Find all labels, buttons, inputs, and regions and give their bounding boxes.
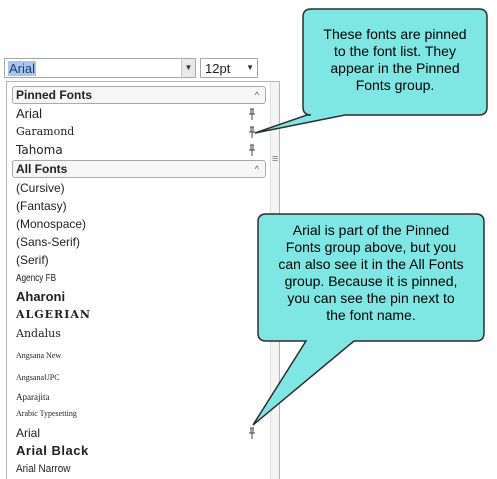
font-item-label: Aparajita xyxy=(16,392,50,402)
font-list-item[interactable]: (Monospace) xyxy=(16,215,254,233)
callout-line: the font name. xyxy=(326,307,416,323)
pinned-font-item[interactable]: Garamond xyxy=(16,123,254,141)
font-item-label: Arial xyxy=(16,106,43,121)
callout-line: you can see the pin next to xyxy=(287,290,455,306)
font-list-item[interactable]: Arabic Typesetting xyxy=(16,405,254,423)
font-item-label: (Cursive) xyxy=(16,181,65,195)
pin-icon[interactable] xyxy=(246,424,258,442)
font-list-item[interactable]: Agency FB xyxy=(16,270,211,288)
font-size-value[interactable]: 12pt xyxy=(205,61,230,76)
font-list-item[interactable]: Aparajita xyxy=(16,388,254,406)
callout-line: group. Because it is pinned, xyxy=(284,273,458,289)
font-item-label: (Serif) xyxy=(16,253,49,267)
font-item-label: AngsanaUPC xyxy=(16,373,60,382)
pin-icon[interactable] xyxy=(246,123,258,141)
chevron-down-icon[interactable]: ▼ xyxy=(246,59,254,77)
chevron-up-icon[interactable]: ^ xyxy=(255,161,259,177)
pinned-font-item[interactable]: Tahoma xyxy=(16,141,254,159)
callout-line: These fonts are pinned xyxy=(323,26,467,42)
scroll-grip-icon[interactable]: ≡ xyxy=(272,154,278,165)
font-list-item[interactable]: ALGERIAN xyxy=(16,306,254,324)
font-list-item[interactable]: (Cursive) xyxy=(16,179,254,197)
callout-line: appear in the Pinned xyxy=(330,60,460,76)
pinned-fonts-group-header[interactable]: Pinned Fonts ^ xyxy=(12,86,266,104)
chevron-down-icon[interactable]: ▼ xyxy=(181,59,195,77)
pinned-fonts-callout-text: These fonts are pinned to the font list.… xyxy=(305,26,485,94)
font-list-item[interactable]: (Fantasy) xyxy=(16,197,254,215)
pin-icon[interactable] xyxy=(246,141,258,159)
callout-line: Fonts group above, but you xyxy=(285,239,457,255)
font-list-item[interactable]: Arial Black xyxy=(16,442,254,460)
font-item-label: Tahoma xyxy=(16,143,63,157)
callout-line: Fonts group. xyxy=(355,77,435,93)
all-fonts-callout-text: Arial is part of the Pinned Fonts group … xyxy=(260,222,482,324)
chevron-up-icon[interactable]: ^ xyxy=(255,87,259,103)
font-list-item[interactable]: AngsanaUPC xyxy=(16,369,254,387)
font-size-combobox[interactable]: 12pt ▼ xyxy=(200,58,258,78)
font-list-item[interactable]: Aharoni xyxy=(16,288,254,306)
font-item-label: Agency FB xyxy=(16,273,57,284)
all-fonts-group-header[interactable]: All Fonts ^ xyxy=(12,160,266,178)
font-list-item[interactable]: (Serif) xyxy=(16,251,254,269)
font-item-label: Arabic Typesetting xyxy=(16,409,77,418)
toolbar-area xyxy=(0,0,300,52)
callout-line: to the font list. They xyxy=(334,43,456,59)
font-item-label: Andalus xyxy=(16,327,61,340)
font-item-label: ALGERIAN xyxy=(16,308,91,321)
font-list-item[interactable]: Arial Narrow xyxy=(16,460,230,478)
all-fonts-group-label: All Fonts xyxy=(16,162,68,176)
font-name-combobox[interactable]: Arial ▼ xyxy=(4,58,196,78)
font-dropdown-list[interactable]: Pinned Fonts ^ Arial Garamond Tahoma All… xyxy=(6,81,280,479)
font-item-label: (Monospace) xyxy=(16,217,87,231)
font-list-item[interactable]: Andalus xyxy=(16,325,254,343)
font-item-label: (Sans-Serif) xyxy=(16,235,81,249)
font-item-label: (Fantasy) xyxy=(16,199,67,213)
font-list-item[interactable]: Angsana New xyxy=(16,347,254,365)
font-item-label: Arial xyxy=(16,426,41,440)
font-list-item[interactable]: (Sans-Serif) xyxy=(16,233,254,251)
font-item-label: Arial Narrow xyxy=(16,463,71,475)
callout-line: can also see it in the All Fonts xyxy=(278,256,464,272)
pinned-font-item[interactable]: Arial xyxy=(16,105,254,123)
pinned-fonts-group-label: Pinned Fonts xyxy=(16,88,92,102)
font-list-item[interactable]: Arial xyxy=(16,424,254,442)
font-name-value[interactable]: Arial xyxy=(8,61,37,76)
pin-icon[interactable] xyxy=(246,105,258,123)
font-item-label: Garamond xyxy=(16,125,75,138)
callout-line: Arial is part of the Pinned xyxy=(292,222,450,238)
font-item-label: Arial Black xyxy=(16,443,89,458)
font-item-label: Angsana New xyxy=(16,351,62,360)
font-item-label: Aharoni xyxy=(16,289,66,304)
